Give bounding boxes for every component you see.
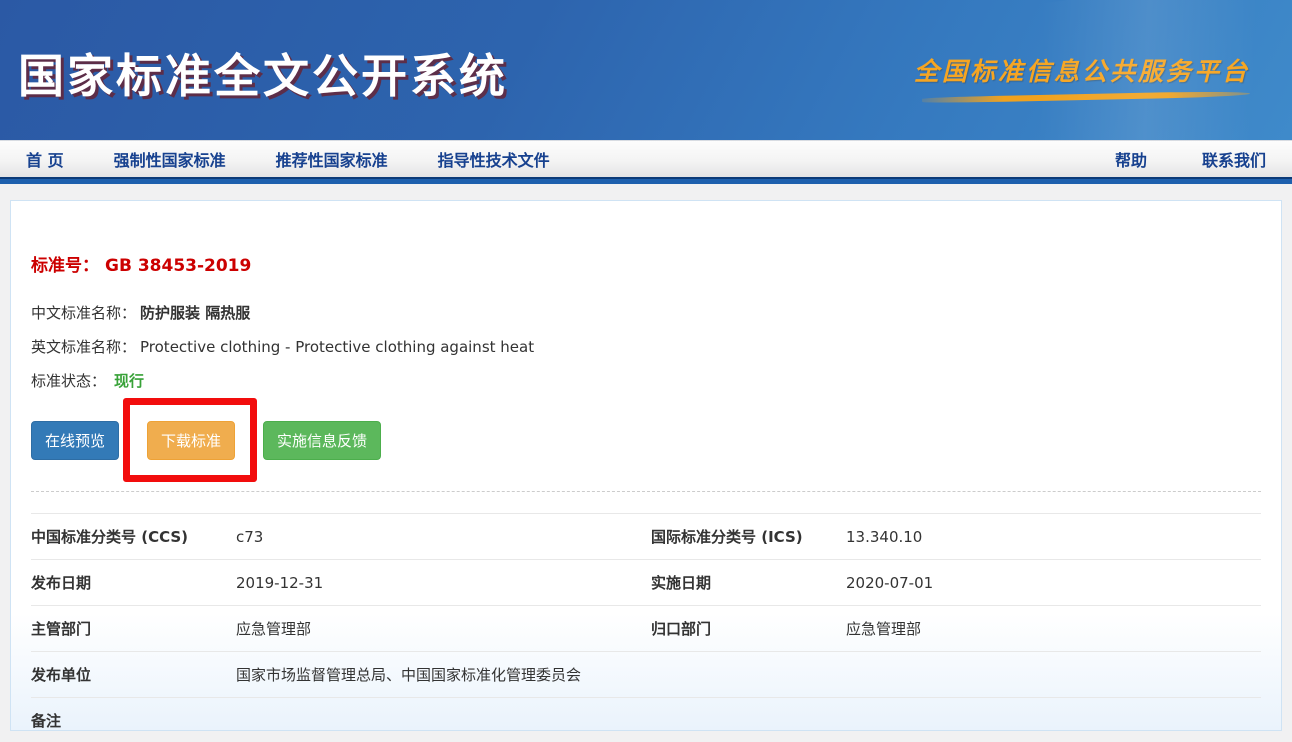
en-name-line: 英文标准名称：Protective clothing - Protective … <box>31 336 1261 357</box>
logo-underline-swoosh <box>922 91 1250 104</box>
nav-item-mandatory-standards[interactable]: 强制性国家标准 <box>114 147 226 171</box>
site-header: 国家标准全文公开系统 全国标准信息公共服务平台 <box>0 0 1292 140</box>
download-standard-button[interactable]: 下载标准 <box>147 421 235 460</box>
nav-item-contact-us[interactable]: 联系我们 <box>1202 147 1266 171</box>
nav-underline-bar <box>0 177 1292 184</box>
feedback-button-wrap: 实施信息反馈 <box>263 421 381 460</box>
implement-date-value: 2020-07-01 <box>846 574 1261 592</box>
ccs-label: 中国标准分类号 (CCS) <box>31 526 236 547</box>
standard-number-label: 标准号： <box>31 256 99 276</box>
en-name-label: 英文标准名称： <box>31 338 136 356</box>
centralized-dept-label: 归口部门 <box>651 618 846 639</box>
ics-label: 国际标准分类号 (ICS) <box>651 526 846 547</box>
implement-date-label: 实施日期 <box>651 572 846 593</box>
status-line: 标准状态： 现行 <box>31 370 1261 391</box>
standard-number-heading: 标准号： GB 38453-2019 <box>31 251 1261 276</box>
main-navbar: 首 页 强制性国家标准 推荐性国家标准 指导性技术文件 帮助 联系我们 <box>0 140 1292 177</box>
nav-item-help[interactable]: 帮助 <box>1115 147 1147 171</box>
nav-item-home[interactable]: 首 页 <box>26 147 64 171</box>
cn-name-value: 防护服装 隔热服 <box>140 304 250 322</box>
en-name-value: Protective clothing - Protective clothin… <box>140 338 534 356</box>
centralized-dept-value: 应急管理部 <box>846 618 1261 639</box>
download-button-wrap: 下载标准 <box>147 421 235 460</box>
table-row-departments: 主管部门 应急管理部 归口部门 应急管理部 <box>31 605 1261 651</box>
nav-item-recommended-standards[interactable]: 推荐性国家标准 <box>276 147 388 171</box>
details-table: 中国标准分类号 (CCS) c73 国际标准分类号 (ICS) 13.340.1… <box>31 513 1261 742</box>
ics-value: 13.340.10 <box>846 528 1261 546</box>
implementation-feedback-button[interactable]: 实施信息反馈 <box>263 421 381 460</box>
remarks-label: 备注 <box>31 710 236 731</box>
platform-logo-text: 全国标准信息公共服务平台 <box>910 52 1250 88</box>
publish-date-label: 发布日期 <box>31 572 236 593</box>
cn-name-line: 中文标准名称：防护服装 隔热服 <box>31 302 1261 323</box>
competent-dept-value: 应急管理部 <box>236 618 651 639</box>
standard-detail-panel: 标准号： GB 38453-2019 中文标准名称：防护服装 隔热服 英文标准名称… <box>10 200 1282 731</box>
actions-row: 在线预览 下载标准 实施信息反馈 <box>31 421 1261 460</box>
publish-date-value: 2019-12-31 <box>236 574 651 592</box>
status-value: 现行 <box>114 372 144 390</box>
page-body: 标准号： GB 38453-2019 中文标准名称：防护服装 隔热服 英文标准名称… <box>0 184 1292 731</box>
ccs-value: c73 <box>236 528 651 546</box>
competent-dept-label: 主管部门 <box>31 618 236 639</box>
table-row-publisher: 发布单位 国家市场监督管理总局、中国国家标准化管理委员会 <box>31 651 1261 697</box>
nav-item-guiding-documents[interactable]: 指导性技术文件 <box>438 147 550 171</box>
table-row-dates: 发布日期 2019-12-31 实施日期 2020-07-01 <box>31 559 1261 605</box>
table-row-classification: 中国标准分类号 (CCS) c73 国际标准分类号 (ICS) 13.340.1… <box>31 513 1261 559</box>
publisher-label: 发布单位 <box>31 664 236 685</box>
dashed-separator <box>31 491 1261 492</box>
site-title: 国家标准全文公开系统 <box>18 40 508 106</box>
platform-logo: 全国标准信息公共服务平台 <box>910 52 1250 100</box>
cn-name-label: 中文标准名称： <box>31 304 136 322</box>
publisher-value: 国家市场监督管理总局、中国国家标准化管理委员会 <box>236 664 1261 685</box>
table-row-remarks: 备注 <box>31 697 1261 742</box>
standard-number-value: GB 38453-2019 <box>105 256 251 276</box>
standard-meta-block: 中文标准名称：防护服装 隔热服 英文标准名称：Protective clothi… <box>31 302 1261 391</box>
online-preview-button[interactable]: 在线预览 <box>31 421 119 460</box>
status-label: 标准状态： <box>31 372 106 390</box>
preview-button-wrap: 在线预览 <box>31 421 119 460</box>
